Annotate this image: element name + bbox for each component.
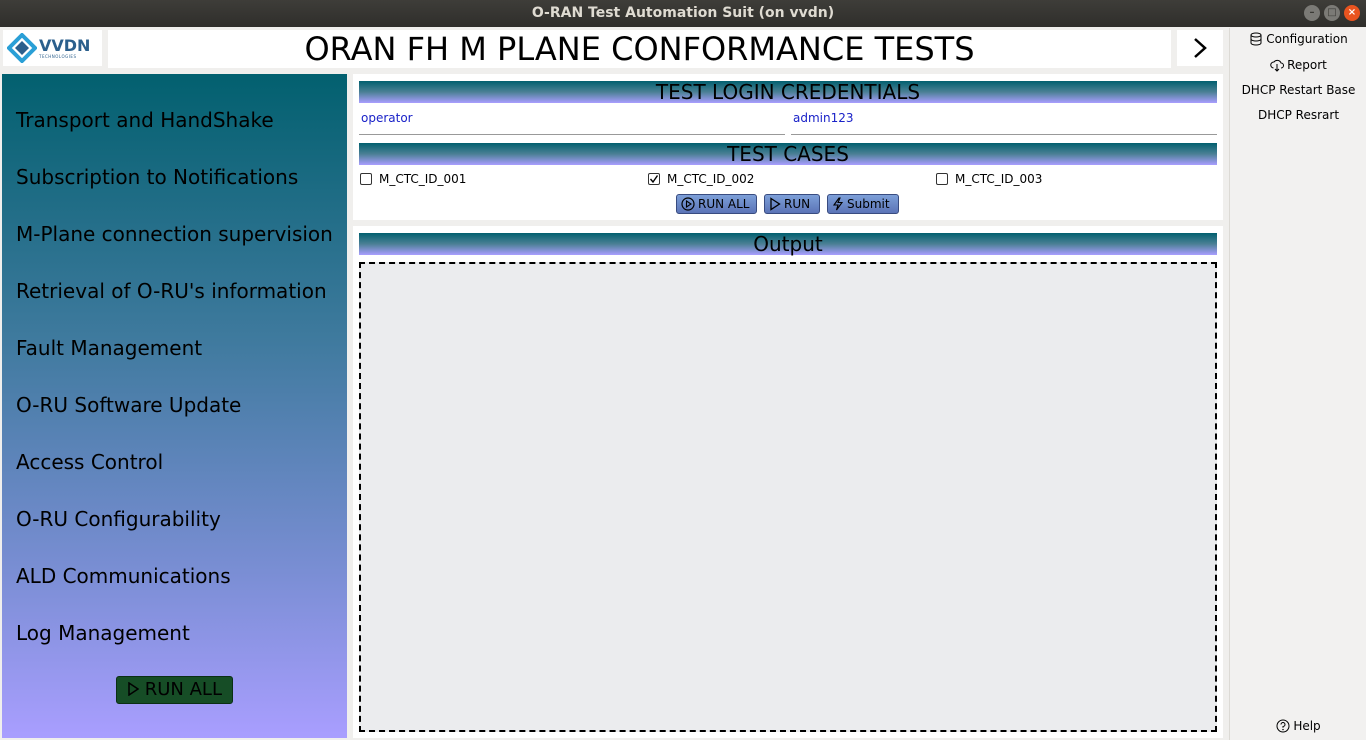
sidebar-item-log-management[interactable]: Log Management	[16, 621, 190, 645]
play-icon	[770, 197, 781, 211]
username-field[interactable]: operator	[359, 110, 785, 135]
checkbox-unchecked-icon[interactable]	[936, 173, 948, 185]
credentials-heading: TEST LOGIN CREDENTIALS	[359, 81, 1217, 103]
configuration-menu-item[interactable]: Configuration	[1230, 32, 1366, 46]
test-case-label: M_CTC_ID_002	[667, 172, 755, 186]
lightning-icon	[832, 197, 844, 211]
sidebar-item-retrieval[interactable]: Retrieval of O-RU's information	[16, 279, 327, 303]
output-heading: Output	[359, 233, 1217, 255]
help-label: Help	[1293, 719, 1321, 733]
sidebar-item-subscription[interactable]: Subscription to Notifications	[16, 165, 298, 189]
submit-label: Submit	[847, 197, 890, 211]
configuration-label: Configuration	[1266, 32, 1348, 46]
vvdn-logo: VVDN TECHNOLOGIES	[3, 30, 102, 66]
help-menu-item[interactable]: Help	[1230, 719, 1366, 733]
sidebar-item-mplane-supervision[interactable]: M-Plane connection supervision	[16, 222, 333, 246]
vvdn-logo-icon	[7, 33, 37, 63]
checkbox-checked-icon[interactable]	[648, 173, 660, 185]
dhcp-resrart-menu-item[interactable]: DHCP Resrart	[1230, 108, 1366, 122]
logo-name: VVDN	[39, 35, 91, 55]
test-case-checkbox-001[interactable]: M_CTC_ID_001	[360, 172, 466, 186]
window-title: O-RAN Test Automation Suit (on vvdn)	[531, 5, 835, 21]
database-icon	[1250, 32, 1262, 46]
sidebar-item-configurability[interactable]: O-RU Configurability	[16, 507, 221, 531]
cloud-download-icon	[1270, 59, 1285, 72]
output-log-area[interactable]	[359, 262, 1217, 732]
next-arrow-button[interactable]	[1177, 30, 1223, 66]
run-label: RUN	[784, 197, 811, 211]
right-menu: Configuration Report DHCP Restart Base D…	[1229, 28, 1366, 740]
sidebar-run-all-label: RUN ALL	[144, 679, 222, 700]
maximize-icon[interactable]: □	[1324, 5, 1340, 21]
run-button[interactable]: RUN	[764, 194, 820, 214]
dhcp-restart-base-menu-item[interactable]: DHCP Restart Base	[1230, 83, 1366, 97]
chevron-right-icon	[1194, 38, 1207, 58]
sidebar-item-ald-communications[interactable]: ALD Communications	[16, 564, 231, 588]
test-category-sidebar: Transport and HandShake Subscription to …	[2, 74, 347, 738]
password-field[interactable]: admin123	[791, 110, 1217, 135]
checkbox-unchecked-icon[interactable]	[360, 173, 372, 185]
report-label: Report	[1287, 58, 1327, 72]
test-case-label: M_CTC_ID_003	[955, 172, 1043, 186]
play-icon	[128, 681, 140, 697]
report-menu-item[interactable]: Report	[1230, 58, 1366, 72]
test-case-checkbox-003[interactable]: M_CTC_ID_003	[936, 172, 1042, 186]
minimize-icon[interactable]: –	[1304, 5, 1320, 21]
close-icon[interactable]: ×	[1344, 5, 1360, 21]
submit-button[interactable]: Submit	[827, 194, 899, 214]
page-title: ORAN FH M PLANE CONFORMANCE TESTS	[108, 30, 1171, 68]
test-cases-heading: TEST CASES	[359, 143, 1217, 165]
sidebar-item-access-control[interactable]: Access Control	[16, 450, 163, 474]
play-circle-icon	[681, 197, 695, 211]
test-case-checkbox-002[interactable]: M_CTC_ID_002	[648, 172, 754, 186]
run-all-label: RUN ALL	[698, 197, 750, 211]
run-all-button[interactable]: RUN ALL	[676, 194, 757, 214]
test-case-label: M_CTC_ID_001	[379, 172, 467, 186]
window-titlebar: O-RAN Test Automation Suit (on vvdn) – □…	[0, 0, 1366, 27]
sidebar-item-software-update[interactable]: O-RU Software Update	[16, 393, 241, 417]
help-icon	[1276, 719, 1290, 733]
sidebar-run-all-button[interactable]: RUN ALL	[116, 676, 233, 704]
sidebar-item-fault-management[interactable]: Fault Management	[16, 336, 202, 360]
logo-subtitle: TECHNOLOGIES	[39, 53, 77, 59]
sidebar-item-transport[interactable]: Transport and HandShake	[16, 108, 274, 132]
